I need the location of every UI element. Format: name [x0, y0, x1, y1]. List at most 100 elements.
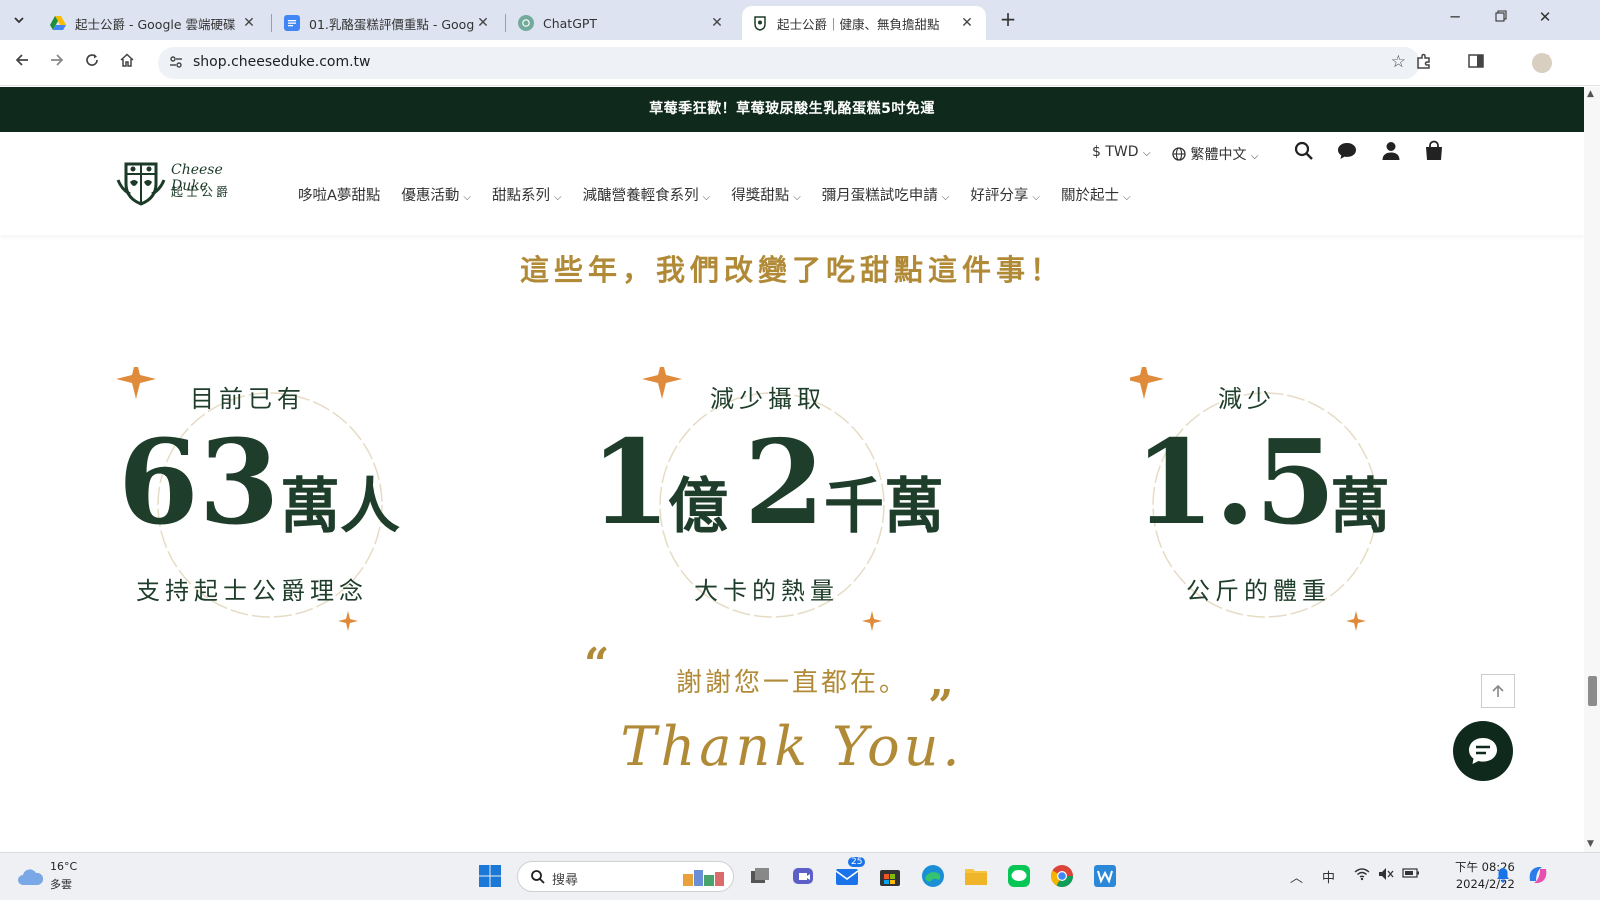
globe-icon: [1172, 147, 1190, 163]
thank-you-script: Thank You.: [620, 715, 964, 778]
edge-icon[interactable]: [920, 863, 946, 889]
announcement-bar[interactable]: 草莓季狂歡！草莓玻尿酸生乳酪蛋糕5吋免運: [0, 87, 1584, 132]
stat-bottom-label: 支持起士公爵理念: [136, 577, 368, 605]
start-button[interactable]: [477, 863, 503, 889]
chat-bubble-icon[interactable]: [1336, 140, 1362, 166]
nav-award-desserts[interactable]: 得獎甜點 ⌵: [731, 184, 801, 205]
tab-cheeseduke[interactable]: 起士公爵｜健康、無負擔甜點 ✕: [742, 6, 986, 40]
battery-icon[interactable]: [1402, 867, 1420, 883]
volume-muted-icon[interactable]: [1378, 867, 1394, 885]
stat-number: 1: [590, 415, 671, 551]
nav-label: 減醣營養輕食系列: [582, 188, 699, 204]
language-selector[interactable]: 繁體中文 ⌵: [1172, 144, 1259, 164]
chat-widget-button[interactable]: [1453, 721, 1513, 781]
close-icon[interactable]: ✕: [958, 15, 976, 31]
chatgpt-icon: [518, 15, 534, 31]
notification-bell-icon[interactable]: [1496, 867, 1510, 887]
stat-unit: 萬: [1330, 472, 1390, 542]
home-button[interactable]: [114, 50, 140, 76]
scrollbar-thumb[interactable]: [1588, 676, 1597, 706]
new-tab-button[interactable]: +: [996, 8, 1020, 32]
back-button[interactable]: [9, 50, 35, 76]
site-logo[interactable]: Cheese Duke 起士公爵: [116, 160, 256, 210]
close-icon[interactable]: ✕: [240, 15, 258, 31]
task-view-icon[interactable]: [747, 863, 773, 889]
bookmark-star-icon[interactable]: ☆: [1391, 52, 1406, 72]
page-scrollbar[interactable]: ▲ ▼: [1584, 87, 1600, 852]
nav-label: 優惠活動: [401, 188, 460, 204]
word-app-icon[interactable]: [1092, 863, 1118, 889]
file-explorer-icon[interactable]: [963, 863, 989, 889]
mail-icon[interactable]: 25: [834, 857, 866, 889]
restore-button[interactable]: [1486, 8, 1516, 32]
taskbar-search[interactable]: 搜尋: [517, 861, 734, 892]
copilot-icon[interactable]: [1526, 863, 1550, 891]
tab-google-drive[interactable]: 起士公爵 - Google 雲端硬碟 ✕: [40, 6, 268, 40]
nav-label: 甜點系列: [492, 188, 551, 204]
site-info-icon[interactable]: [168, 54, 184, 74]
thanks-message: 謝謝您一直都在。: [675, 668, 908, 698]
back-to-top-button[interactable]: [1481, 674, 1515, 708]
close-icon[interactable]: ✕: [474, 15, 492, 31]
nav-promotions[interactable]: 優惠活動 ⌵: [401, 184, 471, 205]
profile-avatar[interactable]: [1532, 53, 1552, 73]
tab-separator: [505, 14, 506, 32]
side-panel-icon[interactable]: [1464, 52, 1488, 76]
account-icon[interactable]: [1380, 140, 1406, 166]
scroll-up-arrow[interactable]: ▲: [1587, 89, 1594, 99]
sparkle-icon: [862, 611, 882, 631]
temperature-label: 16°C: [50, 860, 78, 873]
taskbar-search-placeholder: 搜尋: [552, 873, 579, 888]
site-header: Cheese Duke 起士公爵 $ TWD ⌵ 繁體中文 ⌵ 哆啦A夢甜點 優…: [0, 132, 1584, 235]
tab-title: 01.乳酪蛋糕評價重點 - Google: [309, 16, 474, 32]
chevron-down-icon: ⌵: [1122, 192, 1131, 203]
main-nav: 哆啦A夢甜點 優惠活動 ⌵ 甜點系列 ⌵ 減醣營養輕食系列 ⌵ 得獎甜點 ⌵ 彌月蛋糕試…: [298, 184, 1152, 205]
tab-google-docs[interactable]: 01.乳酪蛋糕評價重點 - Google ✕: [274, 6, 502, 40]
chevron-down-icon: ⌵: [1032, 192, 1040, 203]
windows-logo-icon: [479, 865, 501, 887]
stat-top-label: 減少攝取: [710, 385, 826, 413]
tab-chatgpt[interactable]: ChatGPT ✕: [508, 6, 736, 40]
nav-baby-cake-trial[interactable]: 彌月蛋糕試吃申請 ⌵: [822, 184, 950, 205]
stat-top-label: 減少: [1218, 385, 1276, 413]
nav-low-sugar-series[interactable]: 減醣營養輕食系列 ⌵: [583, 184, 711, 205]
browser-toolbar: shop.cheeseduke.com.tw ☆ ⋮: [0, 40, 1600, 86]
chevron-down-icon: ⌵: [793, 192, 801, 203]
extensions-icon[interactable]: [1412, 52, 1436, 76]
chevron-down-icon: ⌵: [1250, 151, 1259, 162]
minimize-button[interactable]: ─: [1440, 8, 1470, 32]
reload-button[interactable]: [79, 50, 105, 76]
nav-dessert-series[interactable]: 甜點系列 ⌵: [492, 184, 562, 205]
address-bar[interactable]: shop.cheeseduke.com.tw ☆: [158, 47, 1420, 79]
scroll-down-arrow[interactable]: ▼: [1587, 839, 1594, 849]
search-icon[interactable]: [1293, 140, 1319, 166]
tray-overflow-chevron-icon[interactable]: ︿: [1290, 867, 1303, 886]
weather-label: 多雲: [50, 878, 72, 891]
sparkle-icon: [338, 611, 358, 631]
teams-icon[interactable]: [790, 863, 816, 889]
sparkle-icon: [116, 367, 156, 399]
section-heading: 這些年，我們改變了吃甜點這件事！: [519, 253, 1064, 287]
home-icon: [120, 53, 134, 67]
restore-icon: [1495, 10, 1507, 22]
forward-button[interactable]: [44, 50, 70, 76]
wifi-icon[interactable]: [1354, 867, 1370, 885]
line-app-icon[interactable]: [1006, 863, 1032, 889]
store-icon[interactable]: [877, 863, 903, 889]
nav-label: 得獎甜點: [731, 188, 790, 204]
tab-search-button[interactable]: [6, 7, 32, 33]
stat-bottom-label: 公斤的體重: [1186, 577, 1331, 605]
shopping-bag-icon[interactable]: [1423, 140, 1449, 166]
close-window-button[interactable]: ✕: [1530, 8, 1560, 32]
url-text[interactable]: shop.cheeseduke.com.tw: [193, 54, 371, 70]
arrow-left-icon: [15, 54, 28, 66]
sparkle-icon: [1130, 367, 1164, 399]
currency-selector[interactable]: $ TWD ⌵: [1092, 144, 1151, 160]
chrome-icon[interactable]: [1049, 863, 1075, 889]
nav-reviews[interactable]: 好評分享 ⌵: [970, 184, 1040, 205]
nav-doraemon-desserts[interactable]: 哆啦A夢甜點: [298, 184, 380, 205]
arrow-up-icon: [1492, 684, 1504, 697]
nav-about[interactable]: 關於起士 ⌵: [1061, 184, 1131, 205]
close-icon[interactable]: ✕: [708, 15, 726, 31]
ime-indicator[interactable]: 中: [1322, 867, 1335, 886]
